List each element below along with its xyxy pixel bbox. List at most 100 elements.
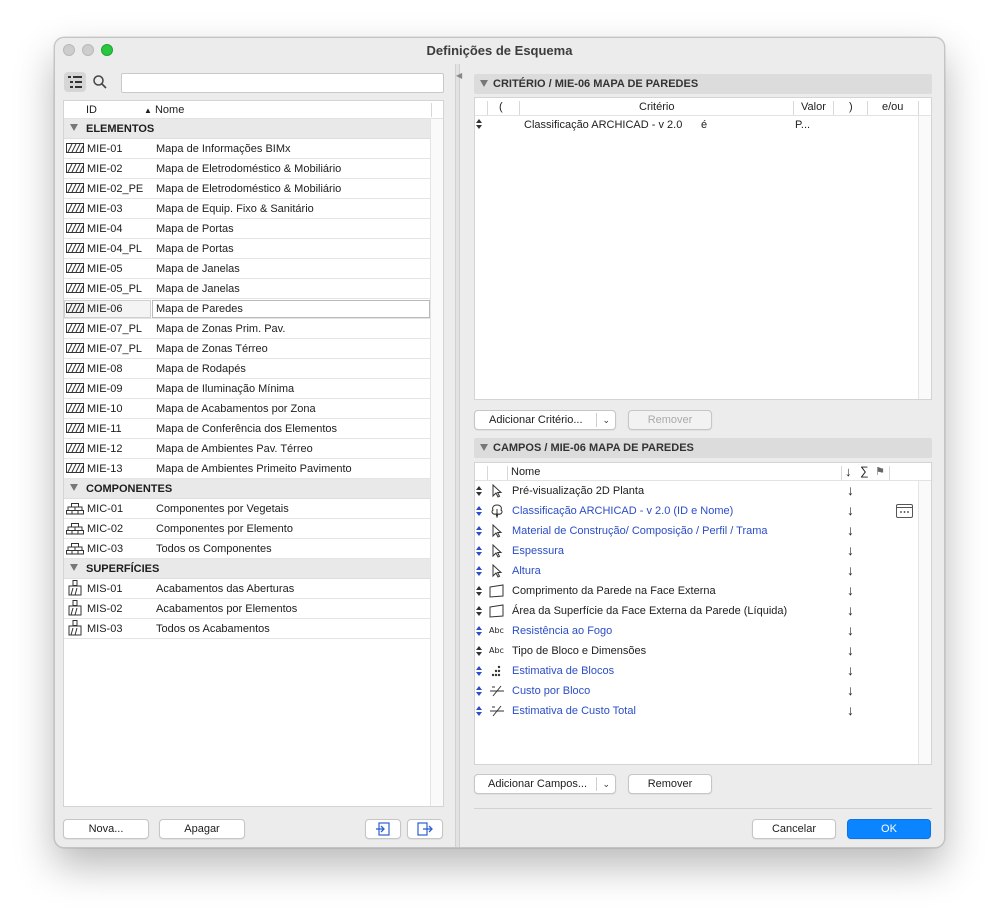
column-separator [519, 101, 520, 115]
field-row[interactable]: Área da Superfície da Face Externa da Pa… [475, 601, 931, 621]
field-row[interactable]: Espessura ↓ [475, 541, 931, 561]
sort-arrow-icon[interactable]: ↓ [847, 662, 854, 678]
field-row[interactable]: Custo por Bloco ↓ [475, 681, 931, 701]
tree-row[interactable]: MIE-10 Mapa de Acabamentos por Zona [64, 399, 443, 419]
reorder-handle-icon[interactable] [475, 546, 483, 556]
add-criterion-dropdown[interactable]: Adicionar Critério... ⌄ [474, 410, 616, 430]
tree-row[interactable]: MIS-01 Acabamentos das Aberturas [64, 579, 443, 599]
tree-row[interactable]: MIE-12 Mapa de Ambientes Pav. Térreo [64, 439, 443, 459]
column-id[interactable]: ID [86, 104, 97, 116]
sort-arrow-icon[interactable]: ↓ [847, 602, 854, 618]
sort-arrow-icon[interactable]: ↓ [847, 522, 854, 538]
reorder-handle-icon[interactable] [475, 666, 483, 676]
criteria-row[interactable]: Classificação ARCHICAD - v 2.0 é P... [475, 116, 931, 136]
new-scheme-button[interactable]: Nova... [63, 819, 149, 839]
tree-row[interactable]: MIE-06 Mapa de Paredes [64, 299, 443, 319]
sort-arrow-icon[interactable]: ↓ [847, 682, 854, 698]
sort-arrow-icon[interactable]: ↓ [847, 702, 854, 718]
disclosure-triangle-icon[interactable] [70, 124, 78, 131]
reorder-handle-icon[interactable] [475, 686, 483, 696]
field-row[interactable]: Abc Tipo de Bloco e Dimensões ↓ [475, 641, 931, 661]
reorder-handle-icon[interactable] [475, 118, 483, 133]
field-row[interactable]: Classificação ARCHICAD - v 2.0 (ID e Nom… [475, 501, 931, 521]
field-settings-icon[interactable] [896, 504, 913, 518]
tree-row[interactable]: MIE-13 Mapa de Ambientes Primeito Pavimen… [64, 459, 443, 479]
tree-row[interactable]: MIC-01 Componentes por Vegetais [64, 499, 443, 519]
tree-scrollbar[interactable] [430, 119, 443, 806]
sort-column-icon[interactable]: ↓ [845, 464, 852, 479]
fields-scrollbar[interactable] [918, 481, 931, 764]
ok-button[interactable]: OK [847, 819, 931, 839]
criteria-scrollbar[interactable] [918, 116, 931, 399]
sum-column-icon[interactable]: ∑ [860, 464, 869, 478]
export-button[interactable] [407, 819, 443, 839]
tree-row[interactable]: MIE-04 Mapa de Portas [64, 219, 443, 239]
reorder-handle-icon[interactable] [475, 526, 483, 536]
reorder-handle-icon[interactable] [475, 706, 483, 716]
tree-row[interactable]: MIE-09 Mapa de Iluminação Mínima [64, 379, 443, 399]
sort-arrow-icon[interactable]: ↓ [847, 502, 854, 518]
field-row[interactable]: Estimativa de Blocos ↓ [475, 661, 931, 681]
disclosure-triangle-icon[interactable] [70, 484, 78, 491]
tree-row[interactable]: MIS-03 Todos os Acabamentos [64, 619, 443, 639]
tree-row[interactable]: MIE-05 Mapa de Janelas [64, 259, 443, 279]
tree-row[interactable]: MIE-02_PE Mapa de Eletrodoméstico & Mobil… [64, 179, 443, 199]
tree-row[interactable]: MIE-01 Mapa de Informações BIMx [64, 139, 443, 159]
criteria-value[interactable]: P... [795, 119, 810, 131]
sort-arrow-icon[interactable]: ↓ [847, 542, 854, 558]
sort-arrow-icon[interactable]: ↓ [847, 622, 854, 638]
tree-row[interactable]: MIS-02 Acabamentos por Elementos [64, 599, 443, 619]
reorder-handle-icon[interactable] [475, 486, 483, 496]
tree-row[interactable]: MIE-08 Mapa de Rodapés [64, 359, 443, 379]
reorder-handle-icon[interactable] [475, 646, 483, 656]
tree-group-2[interactable]: SUPERFÍCIES [64, 559, 443, 579]
sort-arrow-icon[interactable]: ↓ [847, 582, 854, 598]
criteria-criterion[interactable]: Classificação ARCHICAD - v 2.0 [524, 119, 682, 131]
column-name[interactable]: ▲ Nome [144, 104, 184, 116]
sort-arrow-icon[interactable]: ↓ [847, 562, 854, 578]
cancel-button[interactable]: Cancelar [752, 819, 836, 839]
tree-row[interactable]: MIE-03 Mapa de Equip. Fixo & Sanitário [64, 199, 443, 219]
delete-scheme-button[interactable]: Apagar [159, 819, 245, 839]
add-fields-dropdown[interactable]: Adicionar Campos... ⌄ [474, 774, 616, 794]
field-row[interactable]: Material de Construção/ Composição / Per… [475, 521, 931, 541]
remove-field-button[interactable]: Remover [628, 774, 712, 794]
collapse-left-icon[interactable]: ◀ [456, 71, 462, 80]
search-input[interactable] [121, 73, 444, 93]
reorder-handle-icon[interactable] [475, 586, 483, 596]
tree-group-1[interactable]: COMPONENTES [64, 479, 443, 499]
reorder-handle-icon[interactable] [475, 506, 483, 516]
field-row[interactable]: Altura ↓ [475, 561, 931, 581]
fields-header[interactable]: CAMPOS / MIE-06 MAPA DE PAREDES [474, 438, 932, 458]
tree-row[interactable]: MIE-11 Mapa de Conferência dos Elementos [64, 419, 443, 439]
reorder-handle-icon[interactable] [475, 606, 483, 616]
reorder-handle-icon[interactable] [475, 566, 483, 576]
list-view-icon[interactable] [64, 72, 86, 92]
panel-splitter[interactable] [455, 64, 460, 847]
tree-row[interactable]: MIE-02 Mapa de Eletrodoméstico & Mobiliár… [64, 159, 443, 179]
tree-row[interactable]: MIC-02 Componentes por Elemento [64, 519, 443, 539]
field-row[interactable]: Pré-visualização 2D Planta ↓ [475, 481, 931, 501]
sort-arrow-icon[interactable]: ↓ [847, 482, 854, 498]
import-button[interactable] [365, 819, 401, 839]
criteria-operator[interactable]: é [701, 119, 707, 131]
disclosure-triangle-icon[interactable] [70, 564, 78, 571]
column-and-or: e/ou [882, 101, 904, 113]
tree-group-0[interactable]: ELEMENTOS [64, 119, 443, 139]
tree-row[interactable]: MIE-07_PL Mapa de Zonas Térreo [64, 339, 443, 359]
formula-icon [489, 704, 505, 718]
tree-row[interactable]: MIE-04_PL Mapa de Portas [64, 239, 443, 259]
search-icon[interactable] [92, 74, 108, 90]
criteria-header[interactable]: CRITÉRIO / MIE-06 MAPA DE PAREDES [474, 74, 932, 94]
tree-row[interactable]: MIE-07_PL Mapa de Zonas Prim. Pav. [64, 319, 443, 339]
field-row[interactable]: Abc Resistência ao Fogo ↓ [475, 621, 931, 641]
field-row[interactable]: Comprimento da Parede na Face Externa ↓ [475, 581, 931, 601]
sort-arrow-icon[interactable]: ↓ [847, 642, 854, 658]
flag-column-icon[interactable]: ⚑ [875, 465, 885, 478]
field-row[interactable]: Estimativa de Custo Total ↓ [475, 701, 931, 721]
tree-row[interactable]: MIE-05_PL Mapa de Janelas [64, 279, 443, 299]
field-name: Custo por Bloco [512, 685, 591, 697]
reorder-handle-icon[interactable] [475, 626, 483, 636]
remove-criterion-button[interactable]: Remover [628, 410, 712, 430]
tree-row[interactable]: MIC-03 Todos os Componentes [64, 539, 443, 559]
